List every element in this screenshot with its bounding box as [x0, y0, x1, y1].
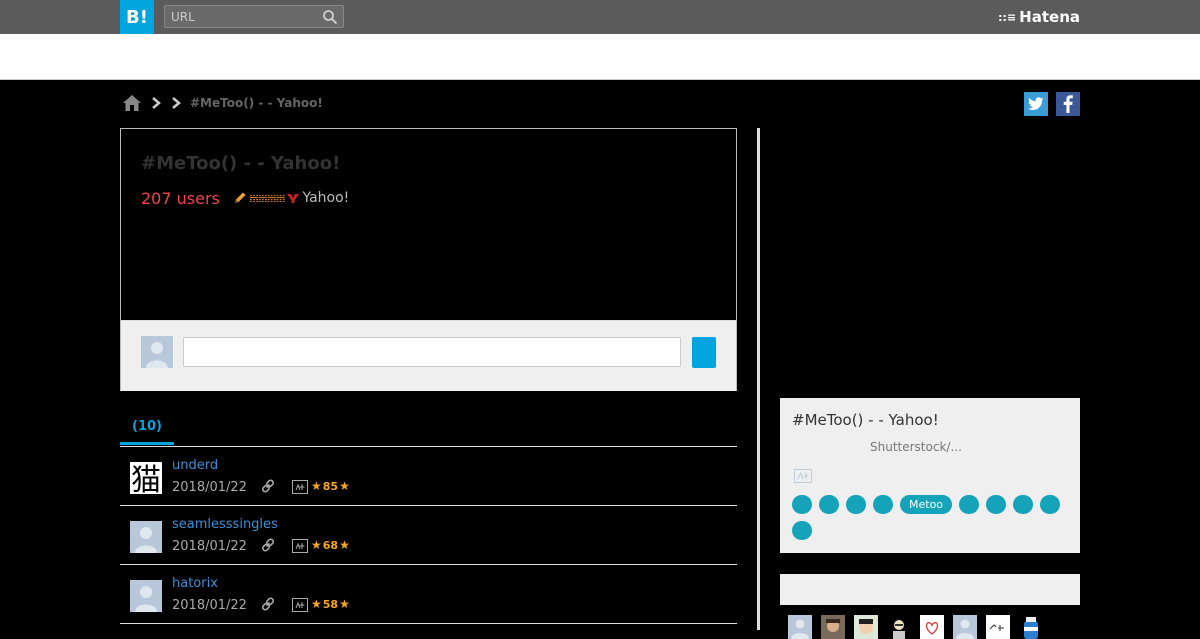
- comment-area: [121, 320, 736, 391]
- meta-icons: 𝍄𝍄𝍄𝍄: [249, 191, 285, 205]
- link-icon[interactable]: [260, 478, 276, 494]
- hatena-mark-icon: ::≡: [998, 10, 1017, 24]
- home-icon[interactable]: [122, 94, 142, 112]
- tag-pill[interactable]: [1040, 495, 1061, 514]
- url-search-input[interactable]: [171, 8, 311, 25]
- tag-list: Metoo: [792, 495, 1072, 540]
- tag-pill[interactable]: [873, 495, 893, 514]
- pencil-icon: [235, 192, 246, 203]
- star-count[interactable]: ★ 58 ★: [311, 597, 350, 611]
- hatena-brand-link[interactable]: ::≡ Hatena: [998, 8, 1080, 26]
- twitter-icon: [1028, 97, 1044, 110]
- bookmark-username[interactable]: hatorix: [172, 576, 218, 591]
- search-box: [164, 5, 344, 28]
- user-avatar[interactable]: [788, 615, 812, 639]
- user-avatar[interactable]: [953, 615, 977, 639]
- user-avatar-icon: [141, 336, 173, 368]
- users-count[interactable]: 207 users: [141, 189, 220, 208]
- related-entry-card: #MeToo() - - Yahoo! Shutterstock/... Met…: [780, 398, 1080, 553]
- add-star-icon[interactable]: [292, 480, 308, 494]
- facebook-icon: [1063, 95, 1073, 113]
- breadcrumb-current: #MeToo() - - Yahoo!: [190, 96, 323, 110]
- favorites-header: [780, 574, 1080, 605]
- add-star-icon[interactable]: [292, 598, 308, 612]
- user-avatar[interactable]: [130, 521, 162, 553]
- user-avatar[interactable]: [854, 615, 878, 639]
- tag-pill[interactable]: [959, 495, 980, 514]
- breadcrumb: #MeToo() - - Yahoo!: [122, 93, 323, 113]
- comment-input[interactable]: [183, 337, 681, 367]
- bookmark-date: 2018/01/22: [172, 598, 247, 613]
- tab-popular[interactable]: (10): [120, 410, 174, 445]
- facebook-share-button[interactable]: [1056, 92, 1080, 116]
- brand-label: Hatena: [1019, 8, 1080, 26]
- entry-domain[interactable]: Yahoo!: [302, 190, 349, 206]
- share-buttons: [1024, 92, 1080, 116]
- bookmark-tabs: (10): [120, 410, 737, 447]
- related-excerpt: Shutterstock/...: [870, 440, 962, 454]
- favorite-users: [788, 615, 1043, 639]
- bookmark-username[interactable]: seamlesssingles: [172, 517, 278, 532]
- chevron-right-icon: [152, 97, 161, 109]
- bookmark-date: 2018/01/22: [172, 539, 247, 554]
- column-divider: [757, 128, 760, 630]
- tag-pill[interactable]: [792, 521, 812, 540]
- entry-card: #MeToo() - - Yahoo! 207 users 𝍄𝍄𝍄𝍄 Yahoo…: [120, 128, 737, 391]
- white-banner: [0, 34, 1200, 80]
- list-item: seamlesssingles 2018/01/22 ★ 68 ★: [120, 506, 737, 565]
- related-title[interactable]: #MeToo() - - Yahoo!: [792, 411, 939, 429]
- top-bar: B! ::≡ Hatena: [0, 0, 1200, 34]
- tag-pill[interactable]: [986, 495, 1007, 514]
- link-icon[interactable]: [260, 537, 276, 553]
- bookmark-date: 2018/01/22: [172, 480, 247, 495]
- user-avatar[interactable]: [920, 615, 944, 639]
- user-avatar[interactable]: [821, 615, 845, 639]
- bookmark-list: 猫 underd 2018/01/22 ★ 85 ★ seamlesssingles…: [120, 447, 737, 624]
- list-item: 猫 underd 2018/01/22 ★ 85 ★: [120, 447, 737, 506]
- favicon-icon: [287, 194, 300, 203]
- twitter-share-button[interactable]: [1024, 92, 1048, 116]
- tag-pill[interactable]: [819, 495, 839, 514]
- tag-pill[interactable]: Metoo: [900, 495, 953, 514]
- star-badge-icon: [794, 469, 812, 483]
- link-icon[interactable]: [260, 596, 276, 612]
- hatena-bookmark-logo[interactable]: B!: [120, 0, 154, 34]
- tag-pill[interactable]: [792, 495, 812, 514]
- entry-title[interactable]: #MeToo() - - Yahoo!: [141, 153, 340, 174]
- star-count[interactable]: ★ 68 ★: [311, 538, 350, 552]
- list-item: hatorix 2018/01/22 ★ 58 ★: [120, 565, 737, 624]
- user-avatar[interactable]: [1019, 615, 1043, 639]
- svg-text:猫: 猫: [131, 463, 161, 494]
- add-star-icon[interactable]: [292, 539, 308, 553]
- user-avatar[interactable]: 猫: [130, 462, 162, 494]
- chevron-right-icon: [172, 97, 181, 109]
- tag-pill[interactable]: [1013, 495, 1034, 514]
- user-avatar[interactable]: [887, 615, 911, 639]
- user-avatar[interactable]: [986, 615, 1010, 639]
- tag-pill[interactable]: [846, 495, 866, 514]
- entry-meta: 𝍄𝍄𝍄𝍄 Yahoo!: [233, 190, 349, 206]
- user-avatar[interactable]: [130, 580, 162, 612]
- bookmark-username[interactable]: underd: [172, 458, 218, 473]
- star-count[interactable]: ★ 85 ★: [311, 479, 350, 493]
- ad-slot: [780, 128, 1080, 378]
- search-icon[interactable]: [322, 9, 338, 25]
- bookmark-submit-button[interactable]: [692, 337, 716, 368]
